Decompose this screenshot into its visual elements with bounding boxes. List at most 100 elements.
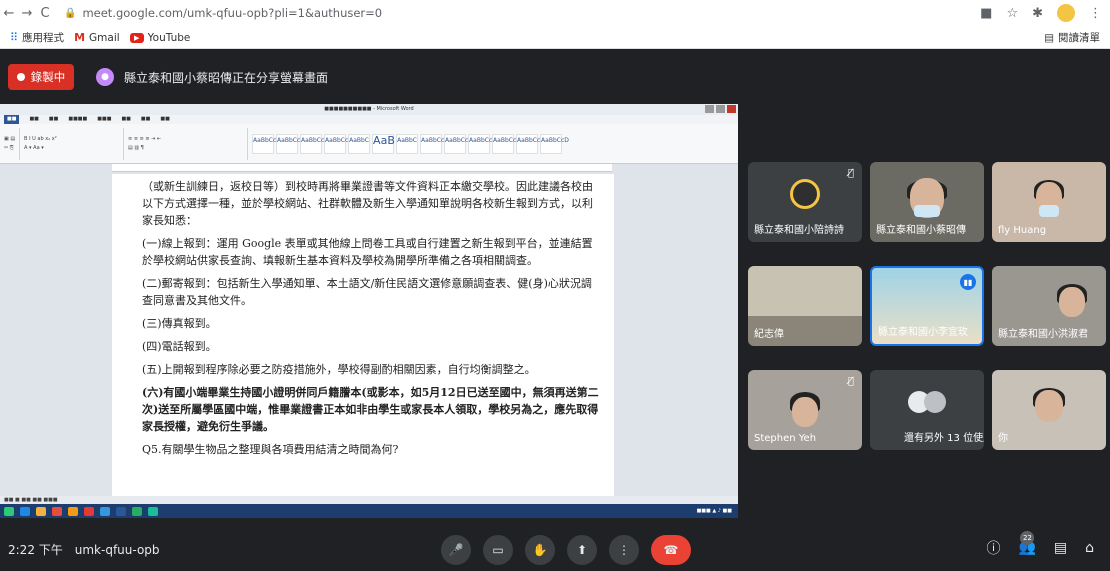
shared-screen: ■■■■■■■■■■ - Microsoft Word ■■ ■■ ■■ ■■■…: [0, 104, 738, 518]
app-icon: [68, 506, 78, 516]
participant-tile[interactable]: ▮▮ 縣立泰和國小李宜玫: [870, 266, 984, 346]
people-button[interactable]: 22 👥: [1018, 531, 1036, 556]
meeting-bottom-bar: 2:22 下午 umk-qfuu-opb 🎤 ▭ ✋ ⬆ ⋮ ☎ ⓘ 22 👥 …: [0, 528, 1110, 571]
word-title-text: ■■■■■■■■■■ - Microsoft Word: [324, 106, 414, 112]
participant-video: [1035, 390, 1063, 422]
ribbon-tab: ■■■: [97, 116, 112, 122]
close-icon: [727, 105, 736, 113]
doc-paragraph: (二)郵寄報到：包括新生入學通知單、本土語文/新住民語文選修意願調查表、健(身)…: [142, 277, 592, 307]
word-ruler: [112, 164, 612, 172]
youtube-icon: ▶: [129, 32, 144, 43]
back-icon[interactable]: ←: [0, 6, 18, 21]
participant-video: [914, 205, 940, 218]
ie-icon: [20, 506, 30, 516]
camera-indicator-icon[interactable]: ■: [980, 6, 992, 21]
participant-tile[interactable]: 🎙̸ 縣立泰和國小陪詩詩: [748, 162, 862, 242]
word-title-bar: ■■■■■■■■■■ - Microsoft Word: [0, 104, 738, 115]
browser-toolbar-icons: ■ ☆ ✱ ⋮: [980, 4, 1102, 22]
record-dot-icon: [16, 73, 25, 81]
activities-icon[interactable]: ⌂: [1085, 540, 1094, 556]
doc-paragraph: (三)傳真報到。: [142, 317, 217, 330]
more-participants-avatar: [923, 391, 946, 413]
maximize-icon: [716, 105, 725, 113]
system-tray: ■■■ ▲ ♪ ■■: [696, 508, 732, 514]
app-icon: [132, 506, 142, 516]
ribbon-tab: ■■: [4, 115, 20, 124]
participant-tile[interactable]: 縣立泰和國小蔡昭傳: [870, 162, 984, 242]
participant-tile[interactable]: fly Huang: [992, 162, 1106, 242]
participant-name: fly Huang: [998, 225, 1047, 236]
browser-chrome: ← → C 🔒 meet.google.com/umk-qfuu-opb?pli…: [0, 0, 1110, 49]
menu-icon[interactable]: ⋮: [1089, 6, 1102, 21]
meet-window: ← → C 🔒 meet.google.com/umk-qfuu-opb?pli…: [0, 0, 1110, 571]
microphone-button[interactable]: 🎤: [441, 535, 471, 565]
participant-video: [792, 396, 818, 427]
start-icon: [4, 506, 14, 516]
doc-paragraph: （或新生訓練日，返校日等）到校時再將畢業證書等文件資料正本繳交學校。因此建議各校…: [142, 180, 593, 227]
chat-icon[interactable]: ▤: [1054, 540, 1067, 556]
participant-tile[interactable]: 還有另外 13 位使用者: [870, 370, 984, 450]
mic-off-icon: 🎙̸: [847, 376, 854, 387]
presenter-text: 縣立泰和國小蔡昭傳正在分享螢幕畫面: [124, 70, 329, 85]
presenter-avatar: ●: [96, 68, 114, 86]
folder-icon: [36, 506, 46, 516]
participant-tile[interactable]: 縣立泰和國小洪淑君: [992, 266, 1106, 346]
participant-video: [1058, 287, 1085, 317]
forward-icon[interactable]: →: [18, 6, 36, 21]
present-button[interactable]: ⬆: [567, 535, 597, 565]
ribbon-tab: ■■: [160, 116, 170, 122]
participant-name: 縣立泰和國小蔡昭傳: [876, 225, 966, 236]
hand-icon: ✋: [532, 543, 548, 557]
profile-avatar[interactable]: [1057, 4, 1075, 22]
participant-name: 縣立泰和國小李宜玫: [878, 327, 968, 338]
bookmark-label: YouTube: [147, 31, 191, 44]
app-icon: [52, 506, 62, 516]
meeting-code: umk-qfuu-opb: [74, 542, 160, 557]
reading-list[interactable]: ▤ 閱讀清單: [1044, 30, 1100, 45]
mic-off-icon: 🎙̸: [847, 168, 854, 179]
reload-icon[interactable]: C: [36, 6, 54, 21]
chrome-icon: [84, 506, 94, 516]
word-document-page: （或新生訓練日，返校日等）到校時再將畢業證書等文件資料正本繳交學校。因此建議各校…: [112, 174, 614, 506]
word-icon: [116, 506, 126, 516]
participant-avatar: [790, 179, 820, 209]
app-icon: [100, 506, 110, 516]
participant-tile[interactable]: 紀志偉: [748, 266, 862, 346]
presentation-bar: 錄製中 ● 縣立泰和國小蔡昭傳正在分享螢幕畫面: [0, 58, 1110, 96]
lock-icon: 🔒: [64, 7, 77, 19]
extensions-icon[interactable]: ✱: [1032, 6, 1043, 21]
participant-name: 你: [998, 433, 1008, 444]
word-ribbon: ▣ ▤ ✂ ⎘ B I U ab x₂ x² A ▾ Aa ▾ ≡ ≡ ≡ ≡ ⇥ …: [0, 124, 738, 164]
participant-name: 紀志偉: [754, 329, 784, 340]
participant-tile[interactable]: 🎙̸ Stephen Yeh: [748, 370, 862, 450]
windows-taskbar: ■■■ ▲ ♪ ■■: [0, 504, 738, 518]
participant-video: [1039, 205, 1059, 218]
bookmark-youtube[interactable]: ▶ YouTube: [129, 31, 191, 44]
participant-name: 縣立泰和國小洪淑君: [998, 329, 1088, 340]
more-options-button[interactable]: ⋮: [609, 535, 639, 565]
ribbon-tab: ■■: [48, 116, 59, 122]
minimize-icon: [705, 105, 714, 113]
participant-tile-self[interactable]: 你: [992, 370, 1106, 450]
info-icon[interactable]: ⓘ: [986, 538, 1000, 558]
end-call-button[interactable]: ☎: [651, 535, 691, 565]
meeting-time: 2:22 下午: [8, 543, 63, 557]
word-ribbon-tabs: ■■ ■■ ■■ ■■■■ ■■■ ■■ ■■ ■■: [0, 115, 738, 124]
participant-name: 縣立泰和國小陪詩詩: [754, 225, 844, 236]
present-icon: ⬆: [576, 543, 588, 557]
bookmark-gmail[interactable]: M Gmail: [74, 31, 120, 44]
address-bar[interactable]: 🔒 meet.google.com/umk-qfuu-opb?pli=1&aut…: [64, 3, 964, 23]
ribbon-tab: ■■: [121, 116, 131, 122]
doc-paragraph: (六)有國小端畢業生持國小證明併同戶籍謄本(或影本，如5月12日已送至國中，無須…: [142, 386, 599, 433]
camera-button[interactable]: ▭: [483, 535, 513, 565]
bookmark-apps[interactable]: ⠿ 應用程式: [10, 30, 64, 45]
participant-name: Stephen Yeh: [754, 433, 817, 444]
recording-badge[interactable]: 錄製中: [8, 64, 74, 90]
participant-name: 還有另外 13 位使用者: [904, 433, 984, 444]
url-text: meet.google.com/umk-qfuu-opb?pli=1&authu…: [82, 6, 383, 20]
doc-paragraph: (一)線上報到：運用 Google 表單或其他線上問卷工具或自行建置之新生報到平…: [142, 237, 593, 267]
more-vert-icon: ⋮: [618, 543, 630, 557]
doc-paragraph: Q5.有關學生物品之整理與各項費用結清之時間為何?: [142, 443, 399, 456]
raise-hand-button[interactable]: ✋: [525, 535, 555, 565]
star-icon[interactable]: ☆: [1006, 6, 1018, 21]
